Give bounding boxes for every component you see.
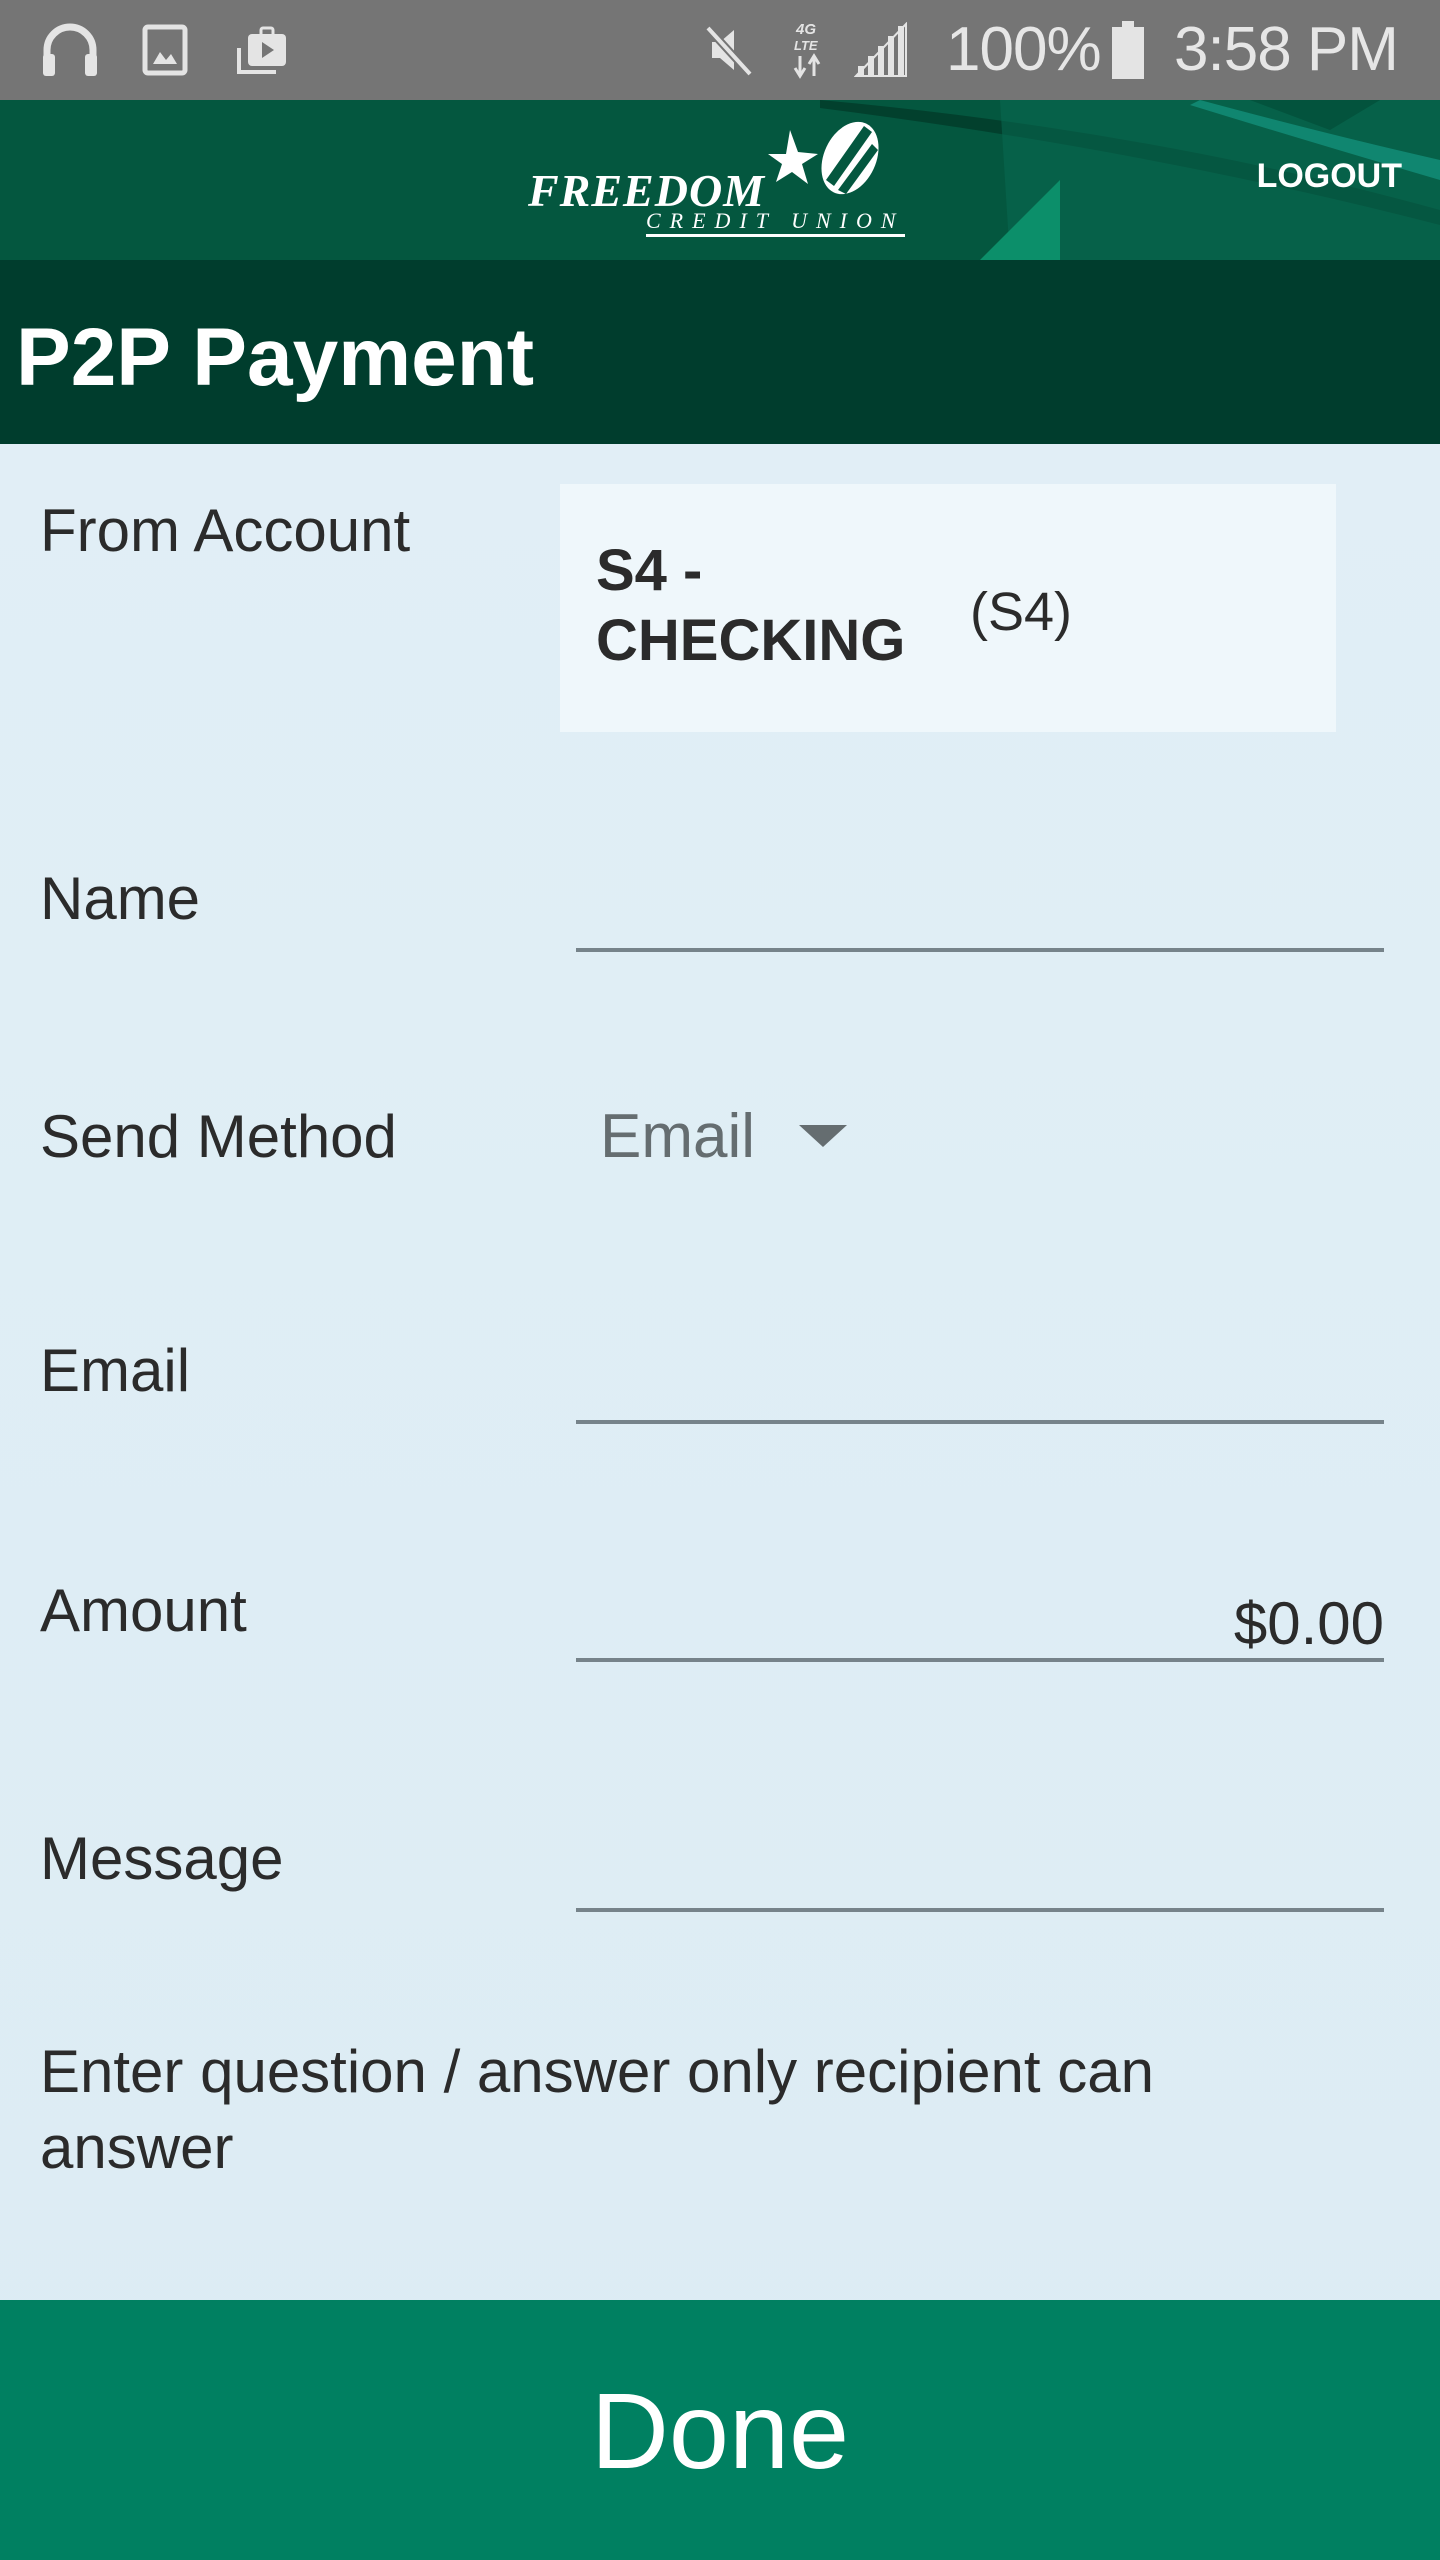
status-bar: 4G LTE 100% 3:58 PM (0, 0, 1440, 100)
from-account-selector[interactable]: S4 - CHECKING (S4) (560, 484, 1336, 732)
app-header: FREEDOM CREDIT UNION LOGOUT (0, 100, 1440, 260)
freedom-credit-union-logo: FREEDOM CREDIT UNION (528, 118, 918, 242)
briefcase-play-icon (232, 22, 292, 78)
email-label: Email (40, 1337, 191, 1404)
name-label: Name (40, 865, 201, 932)
signal-icon (852, 22, 910, 78)
message-label: Message (40, 1825, 284, 1892)
amount-label: Amount (40, 1577, 247, 1644)
headphones-icon (38, 22, 102, 78)
clock: 3:58 PM (1174, 15, 1399, 84)
battery-icon (1108, 21, 1148, 79)
dropdown-arrow-icon (799, 1125, 848, 1147)
name-input[interactable] (576, 878, 1384, 952)
battery-percent: 100% (946, 15, 1102, 84)
done-button[interactable]: Done (0, 2300, 1440, 2560)
account-name: S4 - CHECKING (596, 538, 906, 673)
message-input[interactable] (576, 1838, 1384, 1912)
svg-text:LTE: LTE (794, 38, 818, 53)
send-method-value: Email (600, 1101, 756, 1171)
svg-text:4G: 4G (795, 21, 816, 38)
logout-button[interactable]: LOGOUT (1257, 157, 1402, 196)
from-account-label: From Account (40, 497, 411, 564)
title-bar: P2P Payment (0, 260, 1440, 444)
security-question-hint: Enter question / answer only recipient c… (40, 2038, 1154, 2181)
page-title: P2P Payment (16, 312, 535, 403)
email-input[interactable] (576, 1350, 1384, 1424)
amount-input[interactable] (576, 1588, 1384, 1662)
image-icon (140, 22, 190, 78)
account-code: (S4) (970, 582, 1073, 642)
send-method-dropdown[interactable]: Email (600, 1096, 848, 1176)
mute-icon (700, 22, 760, 78)
4g-lte-icon: 4G LTE (790, 21, 834, 79)
logo-text-credit-union: CREDIT UNION (646, 210, 905, 237)
logo-star-emblem-icon (768, 121, 879, 195)
send-method-label: Send Method (40, 1103, 397, 1170)
